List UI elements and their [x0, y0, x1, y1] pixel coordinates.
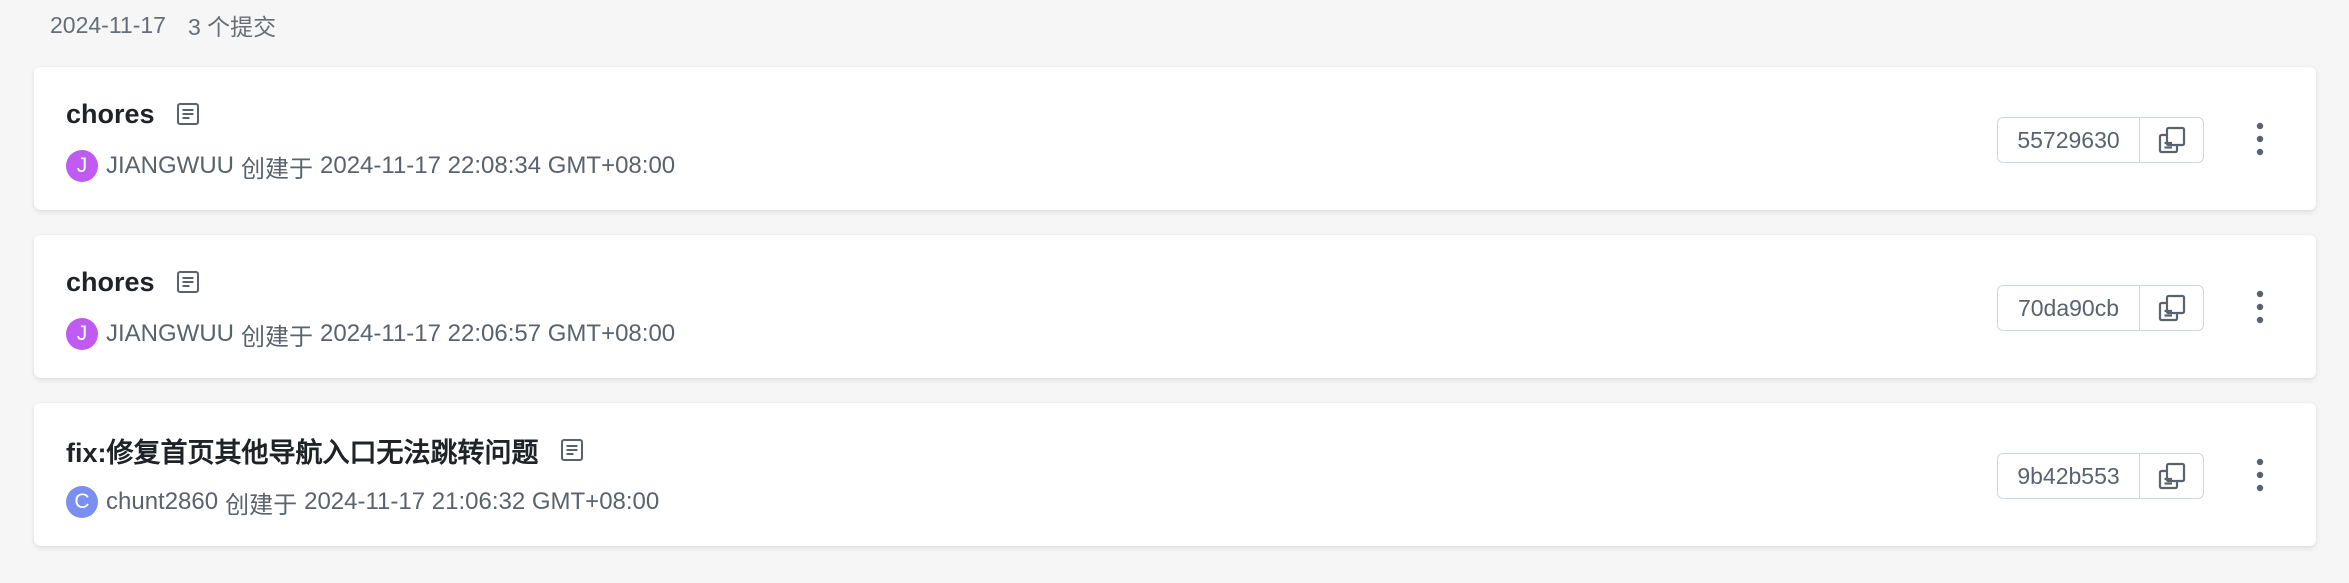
copy-sha-button[interactable] — [2140, 118, 2203, 162]
group-date: 2024-11-17 — [50, 11, 166, 38]
avatar[interactable]: J — [66, 318, 98, 350]
avatar[interactable]: J — [66, 150, 98, 182]
kebab-vertical-icon — [2256, 122, 2264, 156]
commit-title-row: chores — [66, 262, 203, 302]
commit-title-row: fix:修复首页其他导航入口无法跳转问题 — [66, 430, 587, 470]
commit-timestamp: 2024-11-17 22:06:57 GMT+08:00 — [320, 320, 676, 347]
created-label: 创建于 — [225, 491, 298, 519]
text-lines-icon[interactable] — [173, 267, 203, 297]
commit-title[interactable]: fix:修复首页其他导航入口无法跳转问题 — [66, 431, 539, 470]
author-name[interactable]: JIANGWUU — [106, 152, 234, 180]
commit-item: fix:修复首页其他导航入口无法跳转问题 C chunt2860 创建于 202… — [34, 403, 2316, 546]
commit-sha-button[interactable]: 70da90cb — [1998, 286, 2140, 330]
commit-meta: J JIANGWUU 创建于 2024-11-17 22:08:34 GMT+0… — [66, 149, 675, 183]
copy-sha-button[interactable] — [2140, 286, 2203, 330]
more-actions-button[interactable] — [2238, 453, 2282, 497]
copy-sha-button[interactable] — [2140, 454, 2203, 498]
commit-list: chores J JIANGWUU 创建于 2024-11-17 22:08:3… — [34, 67, 2316, 571]
author-name[interactable]: JIANGWUU — [106, 320, 234, 348]
commit-title-row: chores — [66, 94, 203, 134]
kebab-vertical-icon — [2256, 290, 2264, 324]
author-name[interactable]: chunt2860 — [106, 488, 218, 516]
commit-item: chores J JIANGWUU 创建于 2024-11-17 22:06:5… — [34, 235, 2316, 378]
created-label: 创建于 — [241, 323, 313, 351]
commit-sha-button[interactable]: 9b42b553 — [1998, 454, 2140, 498]
copy-icon — [2158, 126, 2185, 154]
commit-title[interactable]: chores — [66, 267, 155, 298]
avatar[interactable]: C — [66, 486, 98, 518]
commit-count: 3 个提交 — [187, 14, 277, 40]
commit-meta: J JIANGWUU 创建于 2024-11-17 22:06:57 GMT+0… — [66, 317, 675, 351]
kebab-vertical-icon — [2256, 458, 2264, 492]
commit-meta: C chunt2860 创建于 2024-11-17 21:06:32 GMT+… — [66, 485, 659, 519]
more-actions-button[interactable] — [2238, 285, 2282, 329]
sha-button-group: 55729630 — [1997, 117, 2204, 163]
sha-button-group: 70da90cb — [1997, 285, 2204, 331]
commit-timestamp: 2024-11-17 22:08:34 GMT+08:00 — [320, 152, 676, 179]
commit-sha-button[interactable]: 55729630 — [1998, 118, 2140, 162]
copy-icon — [2158, 294, 2185, 322]
created-label: 创建于 — [241, 155, 313, 183]
more-actions-button[interactable] — [2238, 117, 2282, 161]
commit-group-header: 2024-11-17 3 个提交 — [50, 8, 276, 42]
copy-icon — [2158, 462, 2185, 490]
commit-timestamp: 2024-11-17 21:06:32 GMT+08:00 — [304, 488, 660, 515]
text-lines-icon[interactable] — [557, 435, 587, 465]
commit-item: chores J JIANGWUU 创建于 2024-11-17 22:08:3… — [34, 67, 2316, 210]
commit-title[interactable]: chores — [66, 99, 155, 130]
text-lines-icon[interactable] — [173, 99, 203, 129]
sha-button-group: 9b42b553 — [1997, 453, 2204, 499]
